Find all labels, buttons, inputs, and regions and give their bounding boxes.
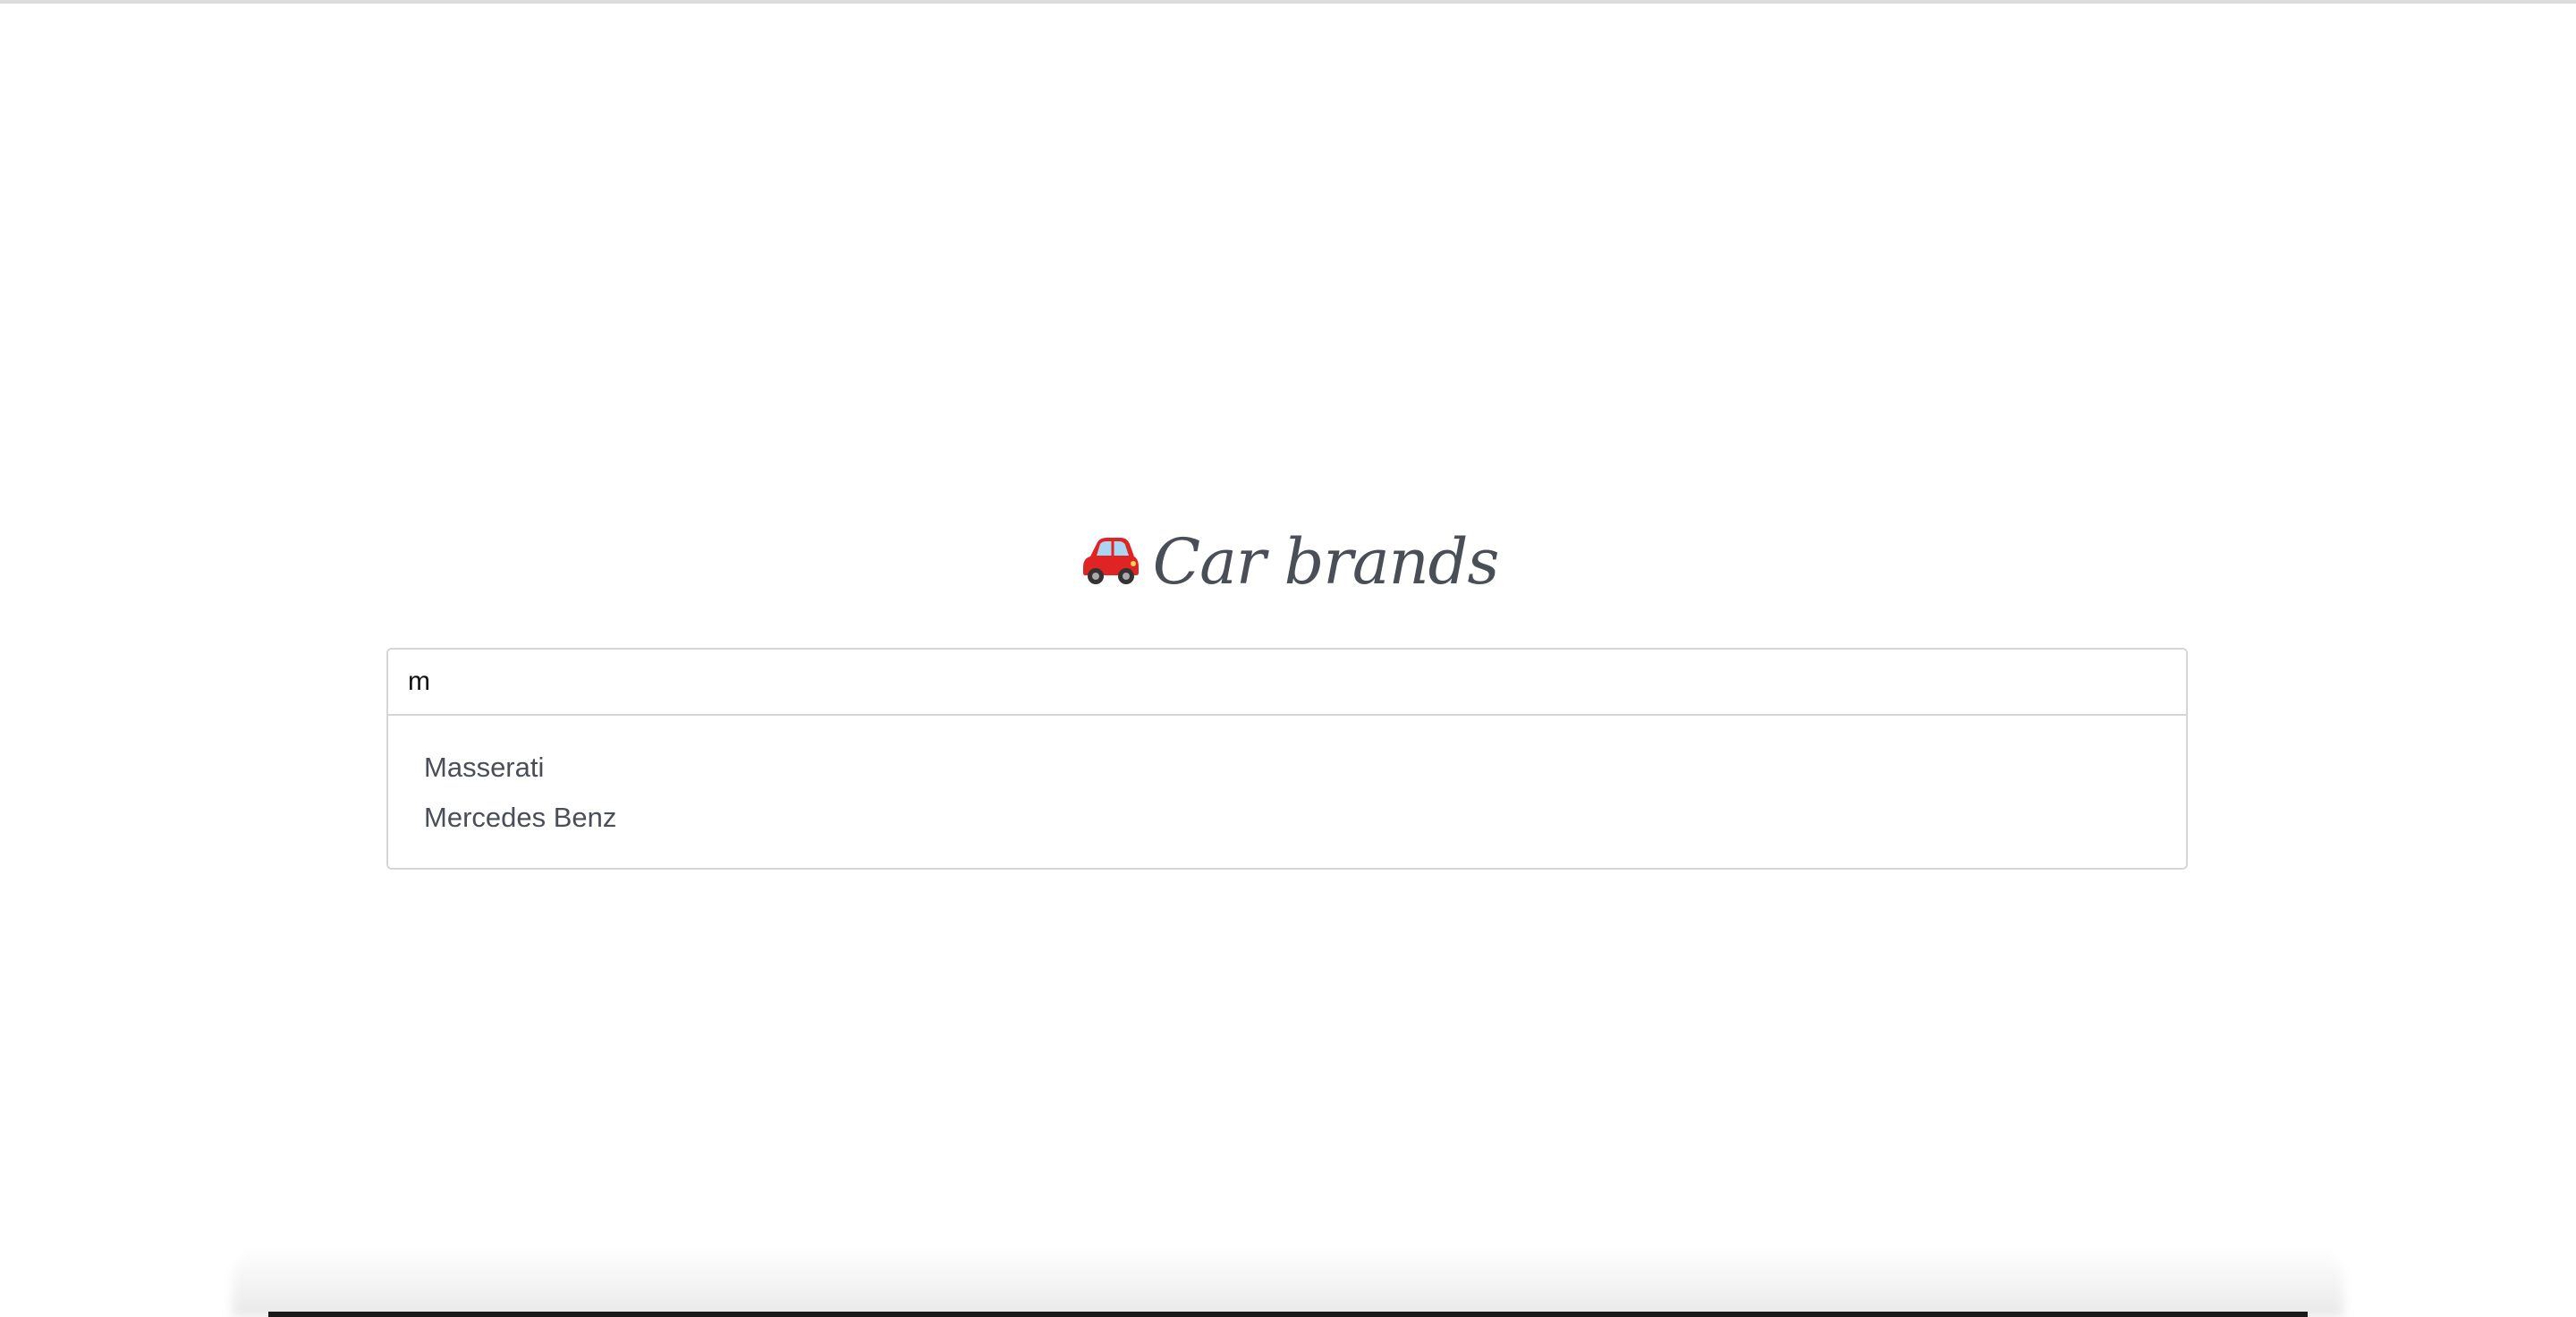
page-title: Car brands [0, 519, 2576, 605]
car-icon [1078, 521, 1140, 584]
bottom-shadow [233, 1245, 2343, 1317]
window-top-edge [0, 0, 2576, 4]
suggestion-item[interactable]: Mercedes Benz [388, 793, 2186, 843]
search-input[interactable] [388, 650, 2186, 716]
suggestion-list: Masserati Mercedes Benz [388, 716, 2186, 843]
page-title-text: Car brands [1152, 525, 1500, 599]
autocomplete: Masserati Mercedes Benz [386, 648, 2188, 870]
suggestion-item[interactable]: Masserati [388, 743, 2186, 793]
bottom-edge [268, 1312, 2308, 1317]
